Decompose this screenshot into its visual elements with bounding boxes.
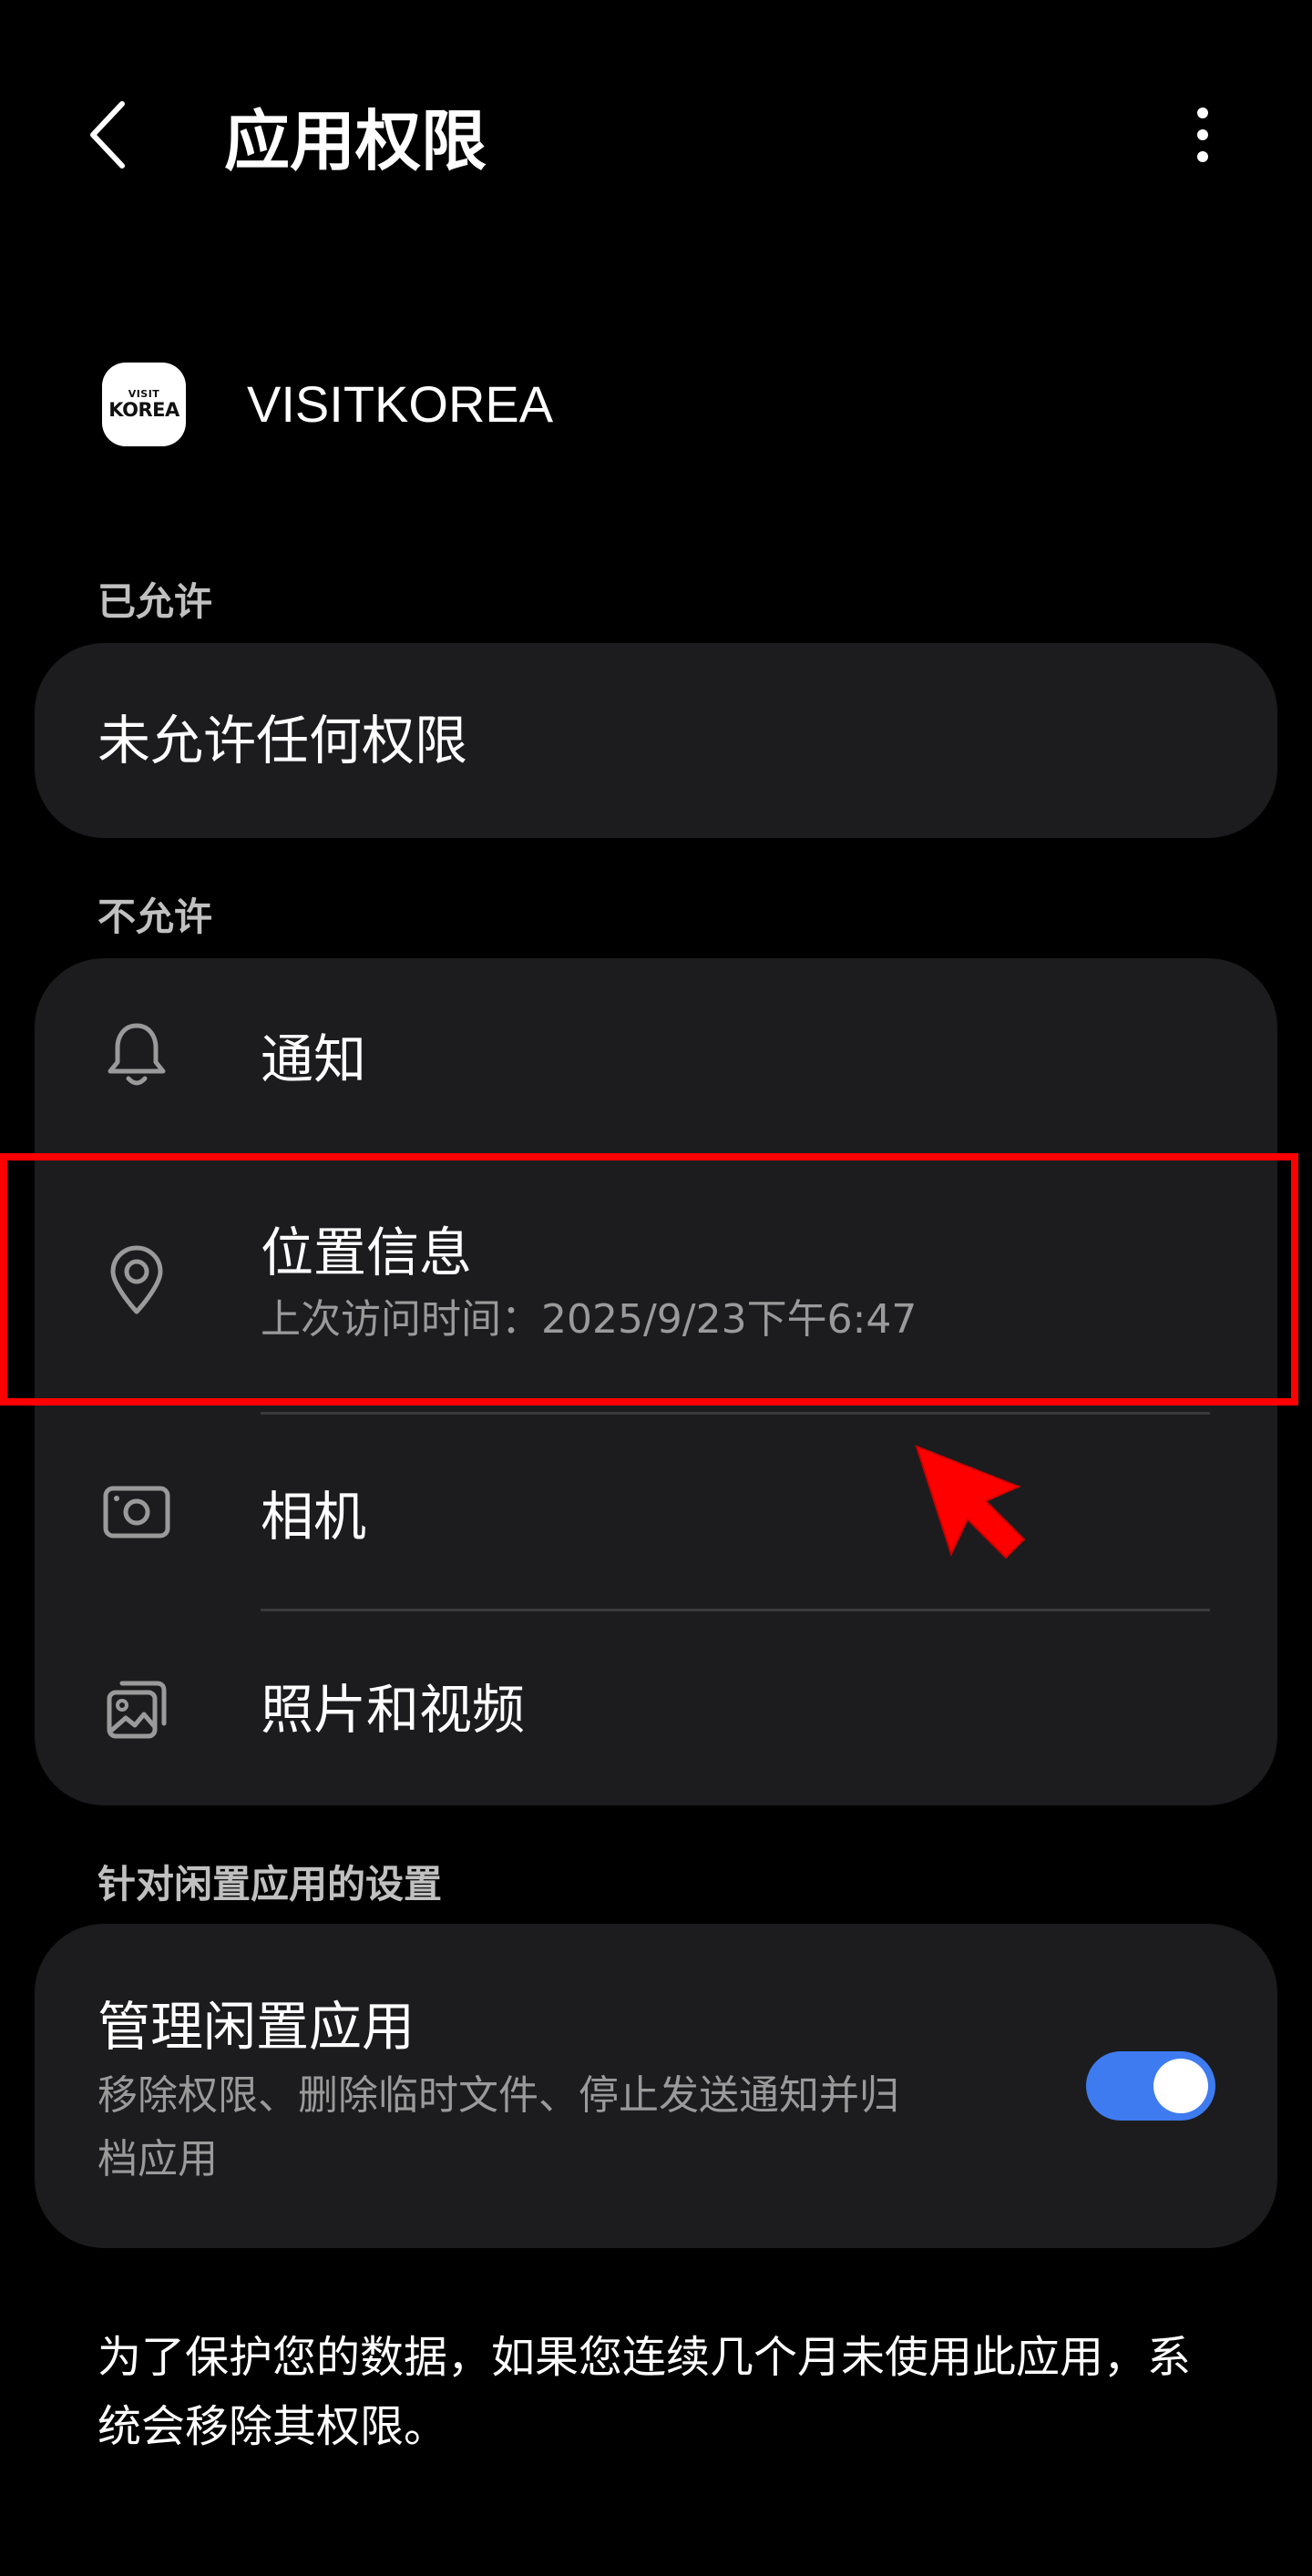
- permission-row-notifications[interactable]: 通知: [35, 958, 1277, 1150]
- no-permissions-text: 未允许任何权限: [97, 710, 468, 772]
- camera-icon: [100, 1476, 173, 1549]
- permission-label: 位置信息: [261, 1222, 473, 1283]
- location-pin-icon: [100, 1244, 173, 1317]
- allowed-section-label: 已允许: [97, 579, 213, 624]
- divider: [261, 1412, 1210, 1415]
- permission-label: 照片和视频: [261, 1679, 526, 1741]
- manage-idle-apps-description: 移除权限、删除临时文件、停止发送通知并归: [97, 2072, 899, 2119]
- permission-row-camera[interactable]: 相机: [35, 1417, 1277, 1610]
- permission-label: 通知: [261, 1028, 367, 1090]
- app-icon-text-bottom: KOREA: [108, 399, 179, 421]
- last-access-time: 上次访问时间：2025/9/23下午6:47: [261, 1296, 917, 1343]
- manage-idle-apps-title: 管理闲置应用: [97, 1996, 415, 2058]
- bell-icon: [100, 1018, 173, 1091]
- footer-note-line: 统会移除其权限。: [97, 2401, 448, 2452]
- not-allowed-section-label: 不允许: [97, 894, 213, 939]
- more-vertical-icon: [1194, 106, 1212, 168]
- app-name: VISITKOREA: [247, 375, 554, 433]
- page-title: 应用权限: [224, 103, 487, 179]
- divider: [261, 1609, 1210, 1611]
- permission-row-photos-videos[interactable]: 照片和视频: [35, 1614, 1277, 1805]
- allowed-card: 未允许任何权限: [35, 643, 1277, 838]
- idle-settings-section-label: 针对闲置应用的设置: [97, 1862, 443, 1906]
- annotation-arrow-icon: [911, 1443, 1039, 1561]
- manage-idle-apps-toggle[interactable]: [1086, 2051, 1215, 2121]
- photos-icon: [100, 1672, 173, 1745]
- back-button[interactable]: [87, 91, 169, 182]
- more-options-button[interactable]: [1175, 91, 1230, 182]
- manage-idle-apps-description: 档应用: [97, 2136, 218, 2182]
- app-icon: VISIT KOREA: [102, 363, 186, 446]
- footer-note-line: 为了保护您的数据，如果您连续几个月未使用此应用，系: [97, 2332, 1192, 2383]
- footer-note: 为了保护您的数据，如果您连续几个月未使用此应用，系 统会移除其权限。: [97, 2323, 1245, 2461]
- toggle-knob: [1153, 2059, 1208, 2113]
- chevron-left-icon: [87, 100, 128, 173]
- permission-label: 相机: [261, 1486, 367, 1548]
- permission-row-location[interactable]: 位置信息 上次访问时间：2025/9/23下午6:47: [35, 1155, 1277, 1401]
